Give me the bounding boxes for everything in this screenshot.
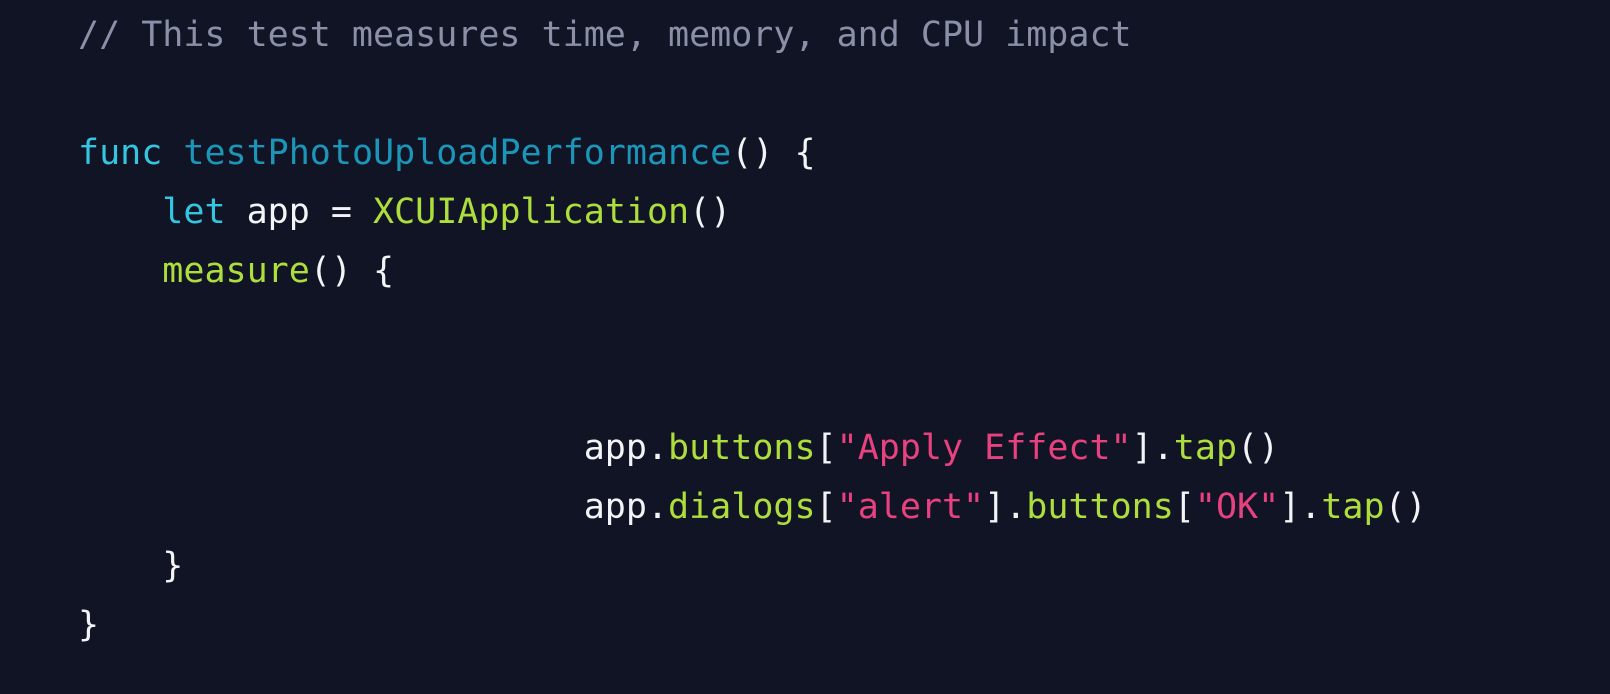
code-token-plain: app (583, 428, 647, 468)
code-token-punct: () (1237, 428, 1280, 468)
code-token-plain: app = (225, 192, 374, 232)
code-token-punct: () (1384, 487, 1427, 527)
code-token-punct: . (1152, 428, 1174, 468)
code-token-punct: () (689, 192, 732, 232)
code-token-string: "OK" (1194, 487, 1280, 527)
code-block[interactable]: // This test measures time, memory, and … (0, 0, 1427, 655)
code-token-string: "Apply Effect" (836, 428, 1132, 468)
code-line: app.buttons["Apply Effect"].tap() (0, 419, 1427, 478)
code-token-punct: () { (309, 251, 395, 291)
code-line: // This test measures time, memory, and … (0, 6, 1427, 65)
code-token-punct: [ (1173, 487, 1195, 527)
code-line: app.dialogs["alert"].buttons["OK"].tap() (0, 478, 1427, 537)
code-token-keyword: let (162, 192, 226, 232)
code-token-method: buttons (668, 428, 816, 468)
code-token-method: tap (1321, 487, 1385, 527)
code-token-method: dialogs (668, 487, 816, 527)
code-token-punct: ] (1279, 487, 1301, 527)
code-token-comment: // This test measures time, memory, and … (78, 15, 1132, 55)
code-token-string: "alert" (836, 487, 985, 527)
code-token-method: buttons (1026, 487, 1174, 527)
code-token-punct: [ (815, 428, 837, 468)
code-token-punct: } (78, 605, 100, 645)
code-token-type: XCUIApplication (373, 192, 690, 232)
code-token-punct: () { (731, 133, 816, 173)
code-token-plain: app (583, 487, 647, 527)
code-token-function: testPhotoUploadPerformance (183, 133, 732, 173)
code-token-punct: . (646, 487, 669, 527)
code-token-punct: } (162, 546, 184, 586)
code-viewer[interactable]: // This test measures time, memory, and … (0, 0, 1610, 694)
code-token-punct: . (646, 428, 669, 468)
code-token-punct: . (1300, 487, 1322, 527)
code-line: let app = XCUIApplication() (0, 183, 1427, 242)
code-token-keyword: func (78, 133, 163, 173)
code-token-punct: [ (815, 487, 837, 527)
code-line: } (0, 537, 1427, 596)
code-token-method: tap (1173, 428, 1238, 468)
code-token-punct: ] (1131, 428, 1153, 468)
code-line: func testPhotoUploadPerformance() { (0, 124, 1427, 183)
code-line: } (0, 596, 1427, 655)
code-line: measure() { (0, 242, 1427, 301)
code-token-method: measure (162, 251, 310, 291)
code-token-punct: . (1005, 487, 1027, 527)
code-token-punct: ] (984, 487, 1006, 527)
